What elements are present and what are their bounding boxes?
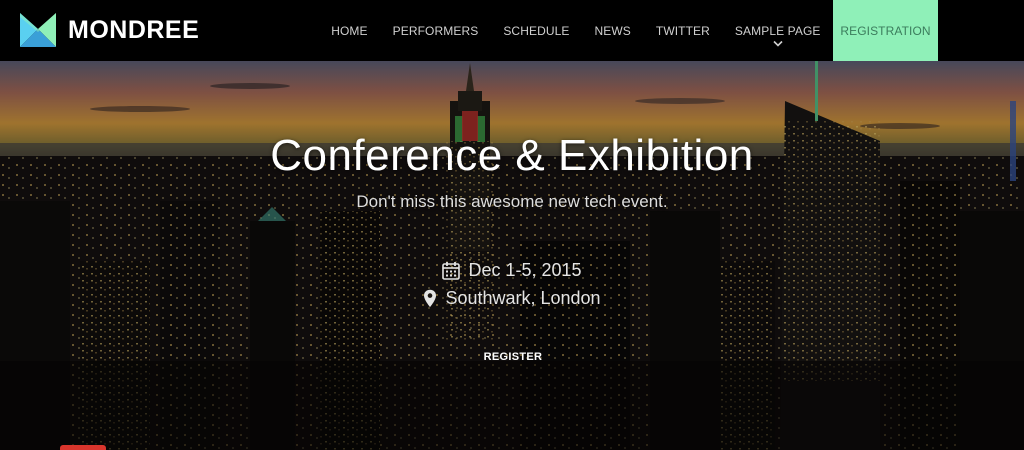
nav-item-news[interactable]: NEWS <box>582 0 643 61</box>
register-button[interactable]: REGISTER <box>462 344 564 370</box>
hero-title: Conference & Exhibition <box>270 131 754 180</box>
brand-logo-link[interactable]: MONDREE <box>20 13 199 47</box>
event-location-text: Southwark, London <box>445 288 601 308</box>
mondree-logo-icon <box>20 13 56 47</box>
site-header: MONDREE HOME PERFORMERS SCHEDULE NEWS TW… <box>0 0 1024 61</box>
nav-item-performers[interactable]: PERFORMERS <box>380 0 491 61</box>
nav-item-twitter[interactable]: TWITTER <box>643 0 722 61</box>
brand-name: MONDREE <box>68 16 200 44</box>
hero-section: Conference & Exhibition Don't miss this … <box>0 61 1024 450</box>
nav-item-sample-page[interactable]: SAMPLE PAGE <box>722 0 833 61</box>
nav-item-schedule[interactable]: SCHEDULE <box>491 0 582 61</box>
calendar-icon <box>442 261 461 280</box>
nav-item-sample-page-label: SAMPLE PAGE <box>734 24 821 38</box>
red-accent-bar <box>60 445 106 450</box>
hero-subtitle: Don't miss this awesome new tech event. <box>356 192 668 211</box>
nav-item-registration[interactable]: REGISTRATION <box>833 0 938 61</box>
event-date: Dec 1-5, 2015 <box>0 258 1024 282</box>
event-date-text: Dec 1-5, 2015 <box>468 260 582 280</box>
event-location: Southwark, London <box>0 286 1024 310</box>
main-nav: HOME PERFORMERS SCHEDULE NEWS TWITTER SA… <box>319 0 938 61</box>
map-pin-icon <box>424 289 437 307</box>
nav-item-home[interactable]: HOME <box>319 0 380 61</box>
chevron-down-icon <box>773 40 783 47</box>
hero-overlay <box>0 61 1024 450</box>
